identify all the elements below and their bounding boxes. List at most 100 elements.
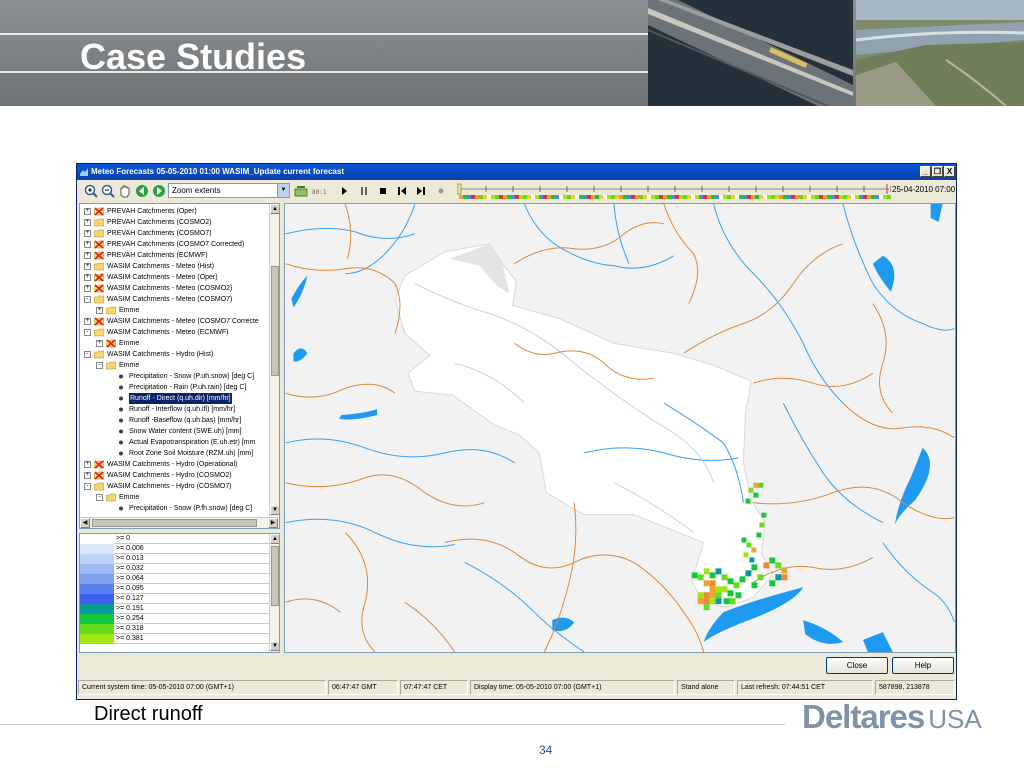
zoom-in-icon[interactable] [83, 183, 99, 199]
collapse-icon[interactable]: - [84, 483, 91, 490]
zoom-out-icon[interactable] [100, 183, 116, 199]
pause-icon[interactable] [356, 183, 372, 199]
close-button[interactable]: Close [826, 657, 888, 674]
scroll-down-icon[interactable]: ▼ [270, 505, 279, 515]
tree-item[interactable]: + WASIM Catchments - Meteo (Hist) [80, 261, 270, 272]
legend-vertical-scrollbar[interactable]: ▲ ▼ [269, 534, 279, 652]
collapse-icon[interactable]: - [84, 296, 91, 303]
expand-icon[interactable]: + [84, 461, 91, 468]
tree-item[interactable]: + PREVAH Catchments (Oper) [80, 206, 270, 217]
deltares-logo: Deltares USA [802, 698, 982, 736]
tree-item[interactable]: + WASIM Catchments - Meteo (Oper) [80, 272, 270, 283]
collapse-icon[interactable]: - [96, 494, 103, 501]
runoff-map[interactable] [284, 203, 956, 653]
step-forward-icon[interactable] [413, 183, 429, 199]
collapse-icon[interactable]: - [96, 362, 103, 369]
expand-icon[interactable]: + [84, 285, 91, 292]
tree-item[interactable]: + PREVAH Catchments (COSMO7 Corrected) [80, 239, 270, 250]
expand-icon[interactable]: + [84, 208, 91, 215]
zoom-extents-select[interactable]: Zoom extents ▼ [168, 183, 290, 198]
scale-icon[interactable]: 80:1 [311, 183, 327, 199]
tree-item[interactable]: + WASIM Catchments - Meteo (COSMO2) [80, 283, 270, 294]
tree-hscroll-thumb[interactable] [92, 519, 257, 527]
tree-item-label: Snow Water content (SWE.uh) [mm] [129, 428, 242, 435]
expand-icon[interactable]: + [84, 230, 91, 237]
tree-item[interactable]: + Emme [80, 305, 270, 316]
scroll-up-icon[interactable]: ▲ [270, 204, 279, 214]
step-back-icon[interactable] [394, 183, 410, 199]
tree-item[interactable]: + PREVAH Catchments (COSMO7) [80, 228, 270, 239]
expand-icon[interactable]: + [84, 241, 91, 248]
legend-swatch [80, 574, 114, 584]
legend-scroll-down-icon[interactable]: ▼ [270, 641, 279, 651]
refresh-layers-icon[interactable] [293, 183, 309, 199]
folder-icon [94, 482, 104, 491]
play-icon[interactable] [336, 183, 352, 199]
tree-item-label: WASIM Catchments - Meteo (COSMO7 Correct… [107, 318, 259, 325]
time-slider[interactable] [457, 183, 891, 200]
legend-scroll-up-icon[interactable]: ▲ [270, 534, 279, 544]
tree-item[interactable]: Runoff - Interflow (q.uh.ifl) [mm/hr] [80, 404, 270, 415]
legend-label: >= 0 [116, 535, 131, 542]
expand-icon[interactable]: + [96, 307, 103, 314]
tree-item-label: WASIM Catchments - Meteo (COSMO7) [107, 296, 233, 303]
tree-item[interactable]: Runoff -Baseflow (q.uh.bas) [mm/hr] [80, 415, 270, 426]
tree-item[interactable]: Runoff - Direct (q.uh.dir) [mm/hr] [80, 393, 270, 404]
record-icon[interactable] [433, 183, 449, 199]
tree-item[interactable]: + WASIM Catchments - Hydro (Operational) [80, 459, 270, 470]
chevron-down-icon[interactable]: ▼ [277, 184, 289, 197]
tree-item[interactable]: - WASIM Catchments - Meteo (ECMWF) [80, 327, 270, 338]
back-arrow-icon[interactable] [134, 183, 150, 199]
legend-label: >= 0.013 [116, 555, 144, 562]
tree-horizontal-scrollbar[interactable]: ◀ ▶ [80, 517, 279, 528]
tree-item[interactable]: - WASIM Catchments - Hydro (Hist) [80, 349, 270, 360]
tree-item[interactable]: - Emme [80, 360, 270, 371]
minimize-button[interactable]: _ [920, 166, 931, 177]
tree-scroll-thumb[interactable] [271, 266, 279, 376]
expand-icon[interactable]: + [96, 340, 103, 347]
legend-label: >= 0.318 [116, 625, 144, 632]
tree-item[interactable]: Precipitation - Snow (P.uh.snow) [deg C] [80, 371, 270, 382]
cross-icon [94, 207, 104, 216]
tree-vertical-scrollbar[interactable]: ▲ ▼ [269, 204, 279, 516]
tree-item[interactable]: Root Zone Soil Moisture (RZM.uh) [mm] [80, 448, 270, 459]
tree-item-label: WASIM Catchments - Hydro (COSMO7) [107, 483, 232, 490]
collapse-icon[interactable]: - [84, 351, 91, 358]
close-window-button[interactable]: X [944, 166, 955, 177]
tree-item[interactable]: - WASIM Catchments - Hydro (COSMO7) [80, 481, 270, 492]
expand-icon[interactable]: + [84, 318, 91, 325]
tree-item[interactable]: Precipitation - Snow (P.fh.snow) [deg C] [80, 503, 270, 514]
expand-icon[interactable]: + [84, 274, 91, 281]
expand-icon[interactable]: + [84, 219, 91, 226]
window-titlebar[interactable]: Meteo Forecasts 05-05-2010 01:00 WASIM_U… [77, 164, 956, 180]
tree-item[interactable]: Snow Water content (SWE.uh) [mm] [80, 426, 270, 437]
forward-arrow-icon[interactable] [151, 183, 167, 199]
help-button[interactable]: Help [892, 657, 954, 674]
brand-main: Deltares [802, 698, 925, 735]
legend-swatch [80, 554, 114, 564]
tree-item[interactable]: + WASIM Catchments - Hydro (COSMO2) [80, 470, 270, 481]
tree-item[interactable]: - Emme [80, 492, 270, 503]
collapse-icon[interactable]: - [84, 329, 91, 336]
expand-icon[interactable]: + [84, 472, 91, 479]
restore-button[interactable]: ❐ [932, 166, 943, 177]
tree-item[interactable]: Precipitation - Rain (P.uh.rain) [deg C] [80, 382, 270, 393]
tree-item-label: Precipitation - Rain (P.uh.rain) [deg C] [129, 384, 247, 391]
expand-icon[interactable]: + [84, 252, 91, 259]
tree-item[interactable]: Actual Evapotranspiration (E.uh.etr) [mm [80, 437, 270, 448]
legend-scroll-thumb[interactable] [271, 546, 279, 606]
scroll-left-icon[interactable]: ◀ [80, 518, 90, 528]
stop-icon[interactable] [375, 183, 391, 199]
scroll-right-icon[interactable]: ▶ [268, 518, 278, 528]
tree-item[interactable]: + Emme [80, 338, 270, 349]
tree-item[interactable]: - WASIM Catchments - Meteo (COSMO7) [80, 294, 270, 305]
tree-item[interactable]: + PREVAH Catchments (COSMO2) [80, 217, 270, 228]
pan-hand-icon[interactable] [117, 183, 133, 199]
tree-item[interactable]: + WASIM Catchments - Meteo (COSMO7 Correc… [80, 316, 270, 327]
folder-icon [94, 262, 104, 271]
expand-icon[interactable]: + [84, 263, 91, 270]
bullet-icon [119, 396, 123, 401]
tree-item-label: Emme [119, 340, 140, 347]
tree-item[interactable]: + PREVAH Catchments (ECMWF) [80, 250, 270, 261]
tree-item-label: Root Zone Soil Moisture (RZM.uh) [mm] [129, 450, 254, 457]
